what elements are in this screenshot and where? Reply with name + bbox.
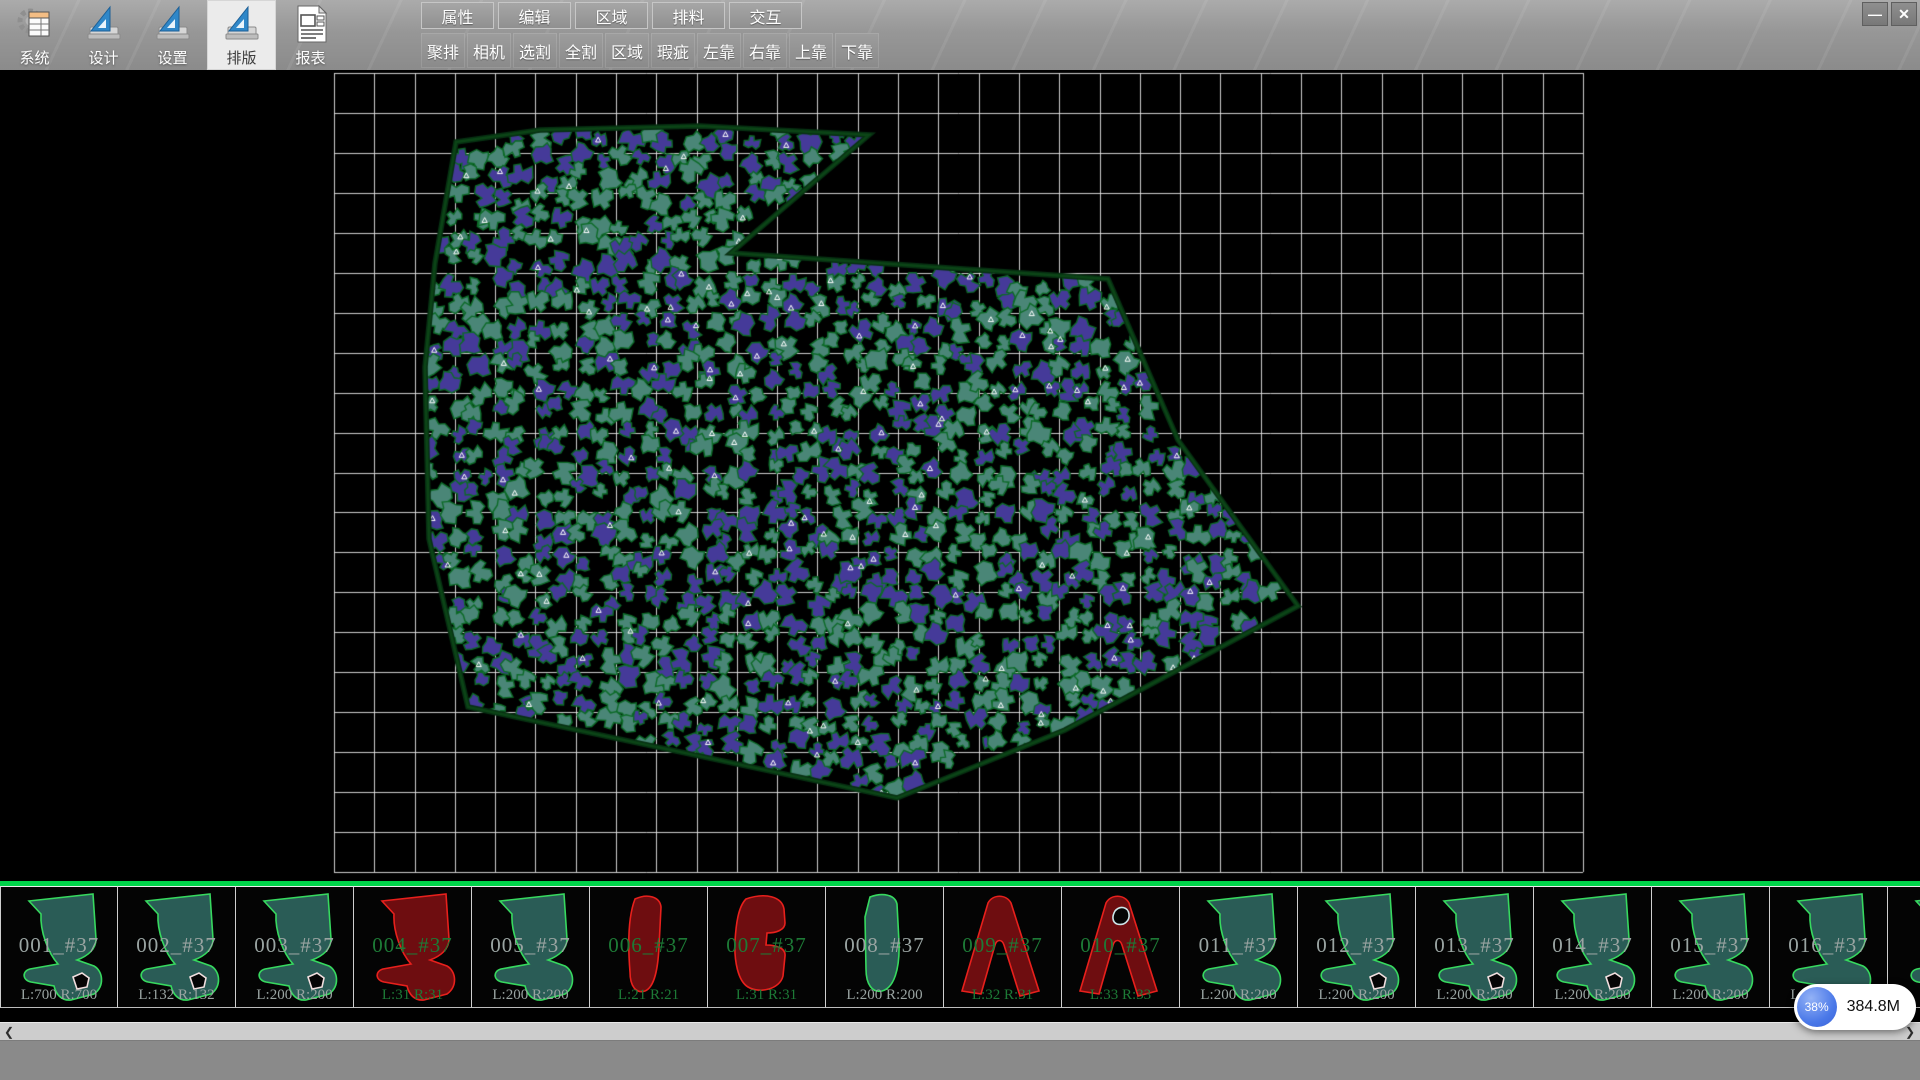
piece-id-label: 015_#37 (1652, 933, 1769, 958)
piece-id-label: 014_#37 (1534, 933, 1651, 958)
tool-button-select-cut[interactable]: 选割 (513, 33, 557, 68)
gear-spreadsheet-icon (14, 3, 56, 45)
piece-counts-label: L:200 R:200 (826, 987, 943, 1004)
piece-id-label: 008_#37 (826, 933, 943, 958)
memory-usage-badge[interactable]: 38% 384.8M (1794, 984, 1916, 1030)
piece-counts-label: L:200 R:200 (1180, 987, 1297, 1004)
piece-id-label: 011_#37 (1180, 933, 1297, 958)
piece-id-label: 003_#37 (236, 933, 353, 958)
menu-tab-edit[interactable]: 编辑 (498, 2, 571, 29)
mode-button-design[interactable]: 设计 (69, 0, 138, 70)
close-button[interactable]: ✕ (1891, 2, 1917, 26)
thumbnail-cell[interactable]: 008_#37 L:200 R:200 (826, 886, 944, 1008)
piece-thumbnail-strip: 001_#37L:700 R:700002_#37L:132 R:132003_… (0, 881, 1920, 1008)
mode-button-report[interactable]: 报表 (276, 0, 345, 70)
mode-button-label: 设计 (69, 47, 138, 68)
thumbnail-cell[interactable]: 015_#37 L:200 R:200 (1652, 886, 1770, 1008)
ruler-board-icon (83, 3, 125, 45)
horizontal-scrollbar[interactable]: ❮ ❯ (0, 1022, 1920, 1040)
thumbnail-cell[interactable]: 013_#37 L:200 R:200 (1416, 886, 1534, 1008)
piece-counts-label: L:200 R:200 (236, 987, 353, 1004)
thumbnail-cell[interactable]: 004_#37 L:31 R:31 (354, 886, 472, 1008)
thumbnail-cell[interactable]: 010_#37 L:33 R:33 (1062, 886, 1180, 1008)
piece-id-label: 007_#37 (708, 933, 825, 958)
thumbnail-cell[interactable]: 007_#37 L:31 R:31 (708, 886, 826, 1008)
thumbnail-cell[interactable]: 005_#37 L:200 R:200 (472, 886, 590, 1008)
piece-counts-label: L:200 R:200 (1534, 987, 1651, 1004)
menu-tab-properties[interactable]: 属性 (421, 2, 494, 29)
piece-id-label: 013_#37 (1416, 933, 1533, 958)
thumbnail-cell[interactable]: 003_#37 L:200 R:200 (236, 886, 354, 1008)
window-controls: — ✕ (1862, 2, 1917, 26)
piece-counts-label: L:200 R:200 (472, 987, 589, 1004)
piece-counts-label: L:32 R:31 (944, 987, 1061, 1004)
piece-counts-label: L:200 R:200 (1652, 987, 1769, 1004)
piece-counts-label: L:33 R:33 (1062, 987, 1179, 1004)
thumbnail-cell[interactable]: 001_#37 L:700 R:700 (0, 886, 118, 1008)
mode-button-setup[interactable]: 设置 (138, 0, 207, 70)
minimize-button[interactable]: — (1862, 2, 1888, 26)
menu-tab-bar: 属性编辑区域排料交互 (421, 2, 802, 31)
tool-button-snap-left[interactable]: 左靠 (697, 33, 741, 68)
tool-button-snap-up[interactable]: 上靠 (789, 33, 833, 68)
mode-button-system[interactable]: 系统 (0, 0, 69, 70)
tool-button-defect[interactable]: 瑕疵 (651, 33, 695, 68)
menu-tab-nesting[interactable]: 排料 (652, 2, 725, 29)
menu-tab-region[interactable]: 区域 (575, 2, 648, 29)
piece-counts-label: L:200 R:200 (1298, 987, 1415, 1004)
mode-button-label: 设置 (138, 47, 207, 68)
thumbnail-cell[interactable]: 009_#37 L:32 R:31 (944, 886, 1062, 1008)
nesting-app-window: 系统设计设置排版报表 属性编辑区域排料交互 聚排相机选割全割区域瑕疵左靠右靠上靠… (0, 0, 1920, 1080)
ruler-board-icon (221, 3, 263, 45)
tool-button-snap-right[interactable]: 右靠 (743, 33, 787, 68)
ruler-board-icon (152, 3, 194, 45)
piece-id-label: 006_#37 (590, 933, 707, 958)
piece-counts-label: L:200 R:200 (1416, 987, 1533, 1004)
piece-counts-label: L:31 R:31 (354, 987, 471, 1004)
piece-id-label: 001_#37 (1, 933, 117, 958)
nesting-canvas[interactable] (0, 70, 1920, 881)
tool-button-snap-down[interactable]: 下靠 (835, 33, 879, 68)
piece-id-label: 002_#37 (118, 933, 235, 958)
thumbnail-cell[interactable]: 012_#37 L:200 R:200 (1298, 886, 1416, 1008)
mode-button-label: 系统 (0, 47, 69, 68)
scroll-left-icon[interactable]: ❮ (4, 1024, 14, 1040)
mode-button-label: 报表 (276, 47, 345, 68)
piece-id-label: 009_#37 (944, 933, 1061, 958)
tool-button-cut-all[interactable]: 全割 (559, 33, 603, 68)
top-toolbar: 系统设计设置排版报表 属性编辑区域排料交互 聚排相机选割全割区域瑕疵左靠右靠上靠… (0, 0, 1920, 70)
piece-id-label: 016_#37 (1770, 933, 1887, 958)
piece-id-label: 010_#37 (1062, 933, 1179, 958)
piece-counts-label: L:31 R:31 (708, 987, 825, 1004)
thumbnail-cell[interactable]: 006_#37 L:21 R:21 (590, 886, 708, 1008)
piece-id-label: 012_#37 (1298, 933, 1415, 958)
status-bar (0, 1040, 1920, 1080)
thumbnail-cell[interactable]: 011_#37 L:200 R:200 (1180, 886, 1298, 1008)
piece-counts-label: L:21 R:21 (590, 987, 707, 1004)
scroll-right-icon[interactable]: ❯ (1905, 1024, 1915, 1040)
report-doc-icon (290, 3, 332, 45)
piece-id-label: 005_#37 (472, 933, 589, 958)
memory-amount: 384.8M (1847, 998, 1900, 1016)
piece-counts-label: L:700 R:700 (1, 987, 117, 1004)
piece-counts-label: L:132 R:132 (118, 987, 235, 1004)
tool-button-cluster-nest[interactable]: 聚排 (421, 33, 465, 68)
memory-percent-icon: 38% (1797, 987, 1837, 1027)
tool-button-bar: 聚排相机选割全割区域瑕疵左靠右靠上靠下靠 (421, 33, 879, 69)
tool-button-camera[interactable]: 相机 (467, 33, 511, 68)
thumbnail-cell[interactable]: 002_#37 L:132 R:132 (118, 886, 236, 1008)
menu-tab-interact[interactable]: 交互 (729, 2, 802, 29)
thumbnail-cell[interactable]: 014_#37 L:200 R:200 (1534, 886, 1652, 1008)
tool-button-region[interactable]: 区域 (605, 33, 649, 68)
piece-id-label: 004_#37 (354, 933, 471, 958)
mode-button-label: 排版 (207, 47, 276, 68)
mode-button-nesting[interactable]: 排版 (207, 0, 276, 70)
